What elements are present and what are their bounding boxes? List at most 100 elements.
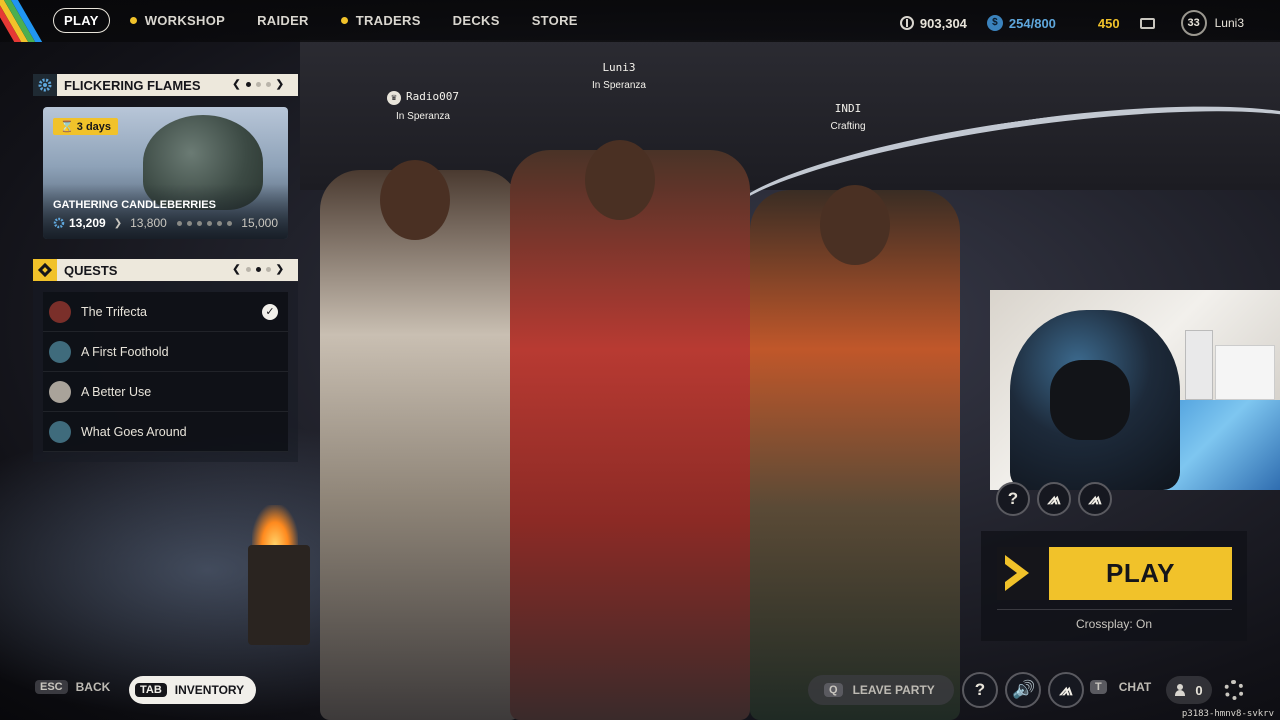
arc-logo-icon: ⩕ [1047,489,1061,508]
time-left-text: 3 days [76,121,112,133]
pager-dot [245,82,251,87]
brand-stripes-logo [0,0,44,42]
party-tag-luni3[interactable]: Luni3 In Speranza [584,61,654,91]
party-slot-voice[interactable]: 🔊 [1005,672,1041,708]
quest-item[interactable]: A Better Use [43,372,288,412]
mail-icon [1139,17,1155,29]
people-icon [1175,684,1191,696]
profile-button[interactable]: 33 Luni3 [1180,10,1244,36]
currency-stat[interactable]: 903,304 [899,16,967,31]
help-slot[interactable]: ? [996,482,1030,516]
quest-giver-avatar [49,300,71,323]
play-button[interactable]: PLAY [997,547,1232,600]
party-tag-indi[interactable]: INDI Crafting [818,102,878,132]
leave-party-label: LEAVE PARTY [852,683,935,697]
webcam-cabinet [1215,345,1275,400]
play-button-label: PLAY [1106,558,1175,588]
chevron-right-icon[interactable]: ❯ [276,79,284,90]
quest-diamond-icon [33,259,57,281]
t-key-hint: T [1090,680,1107,694]
arc-logo-icon: ⩕ [1088,489,1102,508]
party-member-status: In Speranza [592,80,646,91]
pager-dot [265,267,271,272]
inventory-label: INVENTORY [174,683,245,697]
nav-store[interactable]: STORE [532,13,578,28]
nav-workshop[interactable]: WORKSHOP [129,13,226,28]
bars-stat[interactable]: 450 [1076,16,1120,31]
pager-dot [245,267,251,272]
nav-decks[interactable]: DECKS [453,13,500,28]
party-character-2-head [585,140,655,220]
quest-item[interactable]: The Trifecta ✓ [43,292,288,332]
party-slots: ? 🔊 ⩕ [962,672,1084,708]
premium-bars-icon [1074,16,1094,30]
event-title-text: FLICKERING FLAMES [64,77,201,93]
event-title: FLICKERING FLAMES ❮ ❯ [57,74,298,96]
chevron-left-icon[interactable]: ❮ [232,264,240,275]
loadout-slots: ? ⩕ ⩕ [996,482,1112,516]
speaker-icon: 🔊 [1012,680,1034,699]
party-character-3-head [820,185,890,265]
quest-name: A Better Use [81,384,152,399]
friends-button[interactable]: 0 [1166,676,1212,704]
token-stat[interactable]: $ 254/800 [986,15,1056,31]
quest-name: What Goes Around [81,424,187,439]
party-member-status: Crafting [830,121,866,132]
nav-raider[interactable]: RAIDER [257,13,309,28]
party-character-2 [510,150,750,720]
webcam-fridge [1185,330,1213,400]
tab-key-hint: TAB [135,683,167,697]
party-tag-radio007[interactable]: ♛ Radio007 In Speranza [378,90,468,122]
streamer-webcam-overlay [990,290,1280,490]
hourglass-icon: ⌛ [60,121,74,133]
progress-dots [176,220,232,226]
party-slot-member[interactable]: ⩕ [1048,672,1084,708]
token-icon: $ [986,15,1003,31]
event-name: GATHERING CANDLEBERRIES [53,199,216,211]
notification-dot-icon [129,17,137,24]
quest-name: The Trifecta [81,304,147,319]
pager-dot [265,82,271,87]
leave-party-button[interactable]: Q LEAVE PARTY [808,675,954,705]
event-card-shade [43,184,288,239]
nav-workshop-label: WORKSHOP [144,13,226,28]
checkmark-icon: ✓ [262,304,278,320]
chat-button[interactable]: T CHAT [1090,680,1151,694]
quest-item[interactable]: A First Foothold [43,332,288,372]
chevron-left-icon[interactable]: ❮ [232,79,240,90]
notification-dot-icon [340,17,348,24]
friends-count: 0 [1195,682,1203,698]
username: Luni3 [1214,16,1244,30]
pager-dot [255,267,261,272]
settings-gear-icon[interactable] [1224,680,1244,700]
quests-pager: ❮ ❯ [232,264,284,275]
mail-button[interactable] [1139,17,1161,29]
crossplay-status[interactable]: Crossplay: On [981,617,1247,631]
nav-play[interactable]: PLAY [53,8,110,33]
scene-barrel [248,545,310,645]
slot-item-1[interactable]: ⩕ [1037,482,1071,516]
token-value: 254/800 [1008,15,1056,31]
chevron-right-icon[interactable]: ❯ [276,264,284,275]
quest-giver-avatar [49,380,71,403]
event-progress: 13,209 ❯ 13,800 15,000 [53,216,278,230]
back-button[interactable]: ESC BACK [35,680,110,694]
quest-item[interactable]: What Goes Around [43,412,288,452]
party-character-3 [750,190,960,720]
webcam-mask [1050,360,1130,440]
nav-traders[interactable]: TRADERS [340,13,421,28]
slot-item-2[interactable]: ⩕ [1078,482,1112,516]
help-button[interactable]: ? [962,672,998,708]
chevron-play-icon [997,547,1049,600]
esc-key-hint: ESC [35,680,68,694]
event-pager: ❮ ❯ [232,79,284,90]
gear-icon [33,74,57,96]
quest-giver-avatar [49,420,71,443]
crown-icon: ♛ [387,91,401,105]
event-next-value: 13,800 [130,216,167,230]
inventory-button[interactable]: TAB INVENTORY [129,676,257,704]
quests-title: QUESTS ❮ ❯ [57,259,298,281]
event-card[interactable]: ⌛ 3 days GATHERING CANDLEBERRIES 13,209 … [43,107,288,239]
nav-traders-label: TRADERS [355,13,421,28]
party-member-name: ♛ Radio007 [378,90,468,105]
